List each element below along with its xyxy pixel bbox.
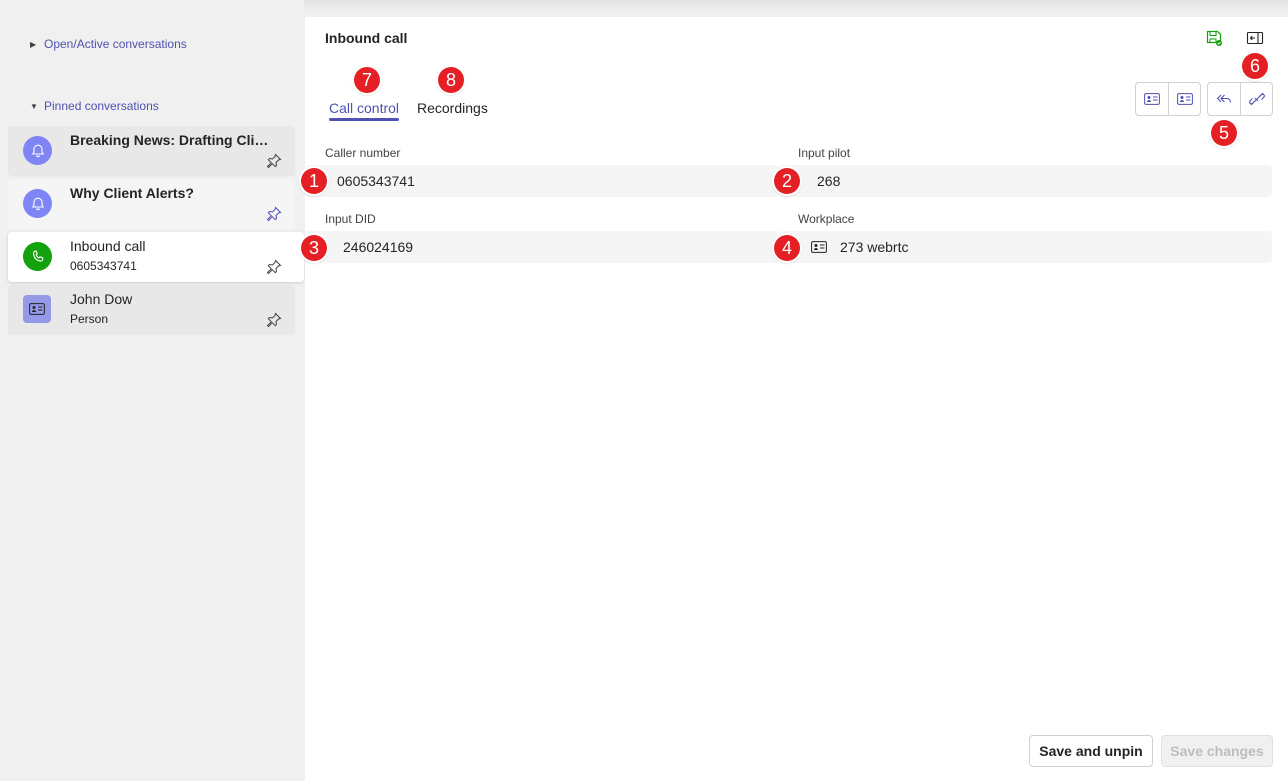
input-did-label: Input DID: [325, 212, 376, 226]
contact-card-button-1[interactable]: [1136, 83, 1168, 115]
conversation-item-john-dow[interactable]: John Dow Person: [8, 285, 295, 335]
annotation-badge-7: 7: [354, 67, 380, 93]
workplace-field: 273 webrtc: [779, 231, 1272, 263]
contact-card-icon: [1144, 93, 1160, 105]
pin-icon[interactable]: [265, 152, 283, 170]
contact-card-button-2[interactable]: [1168, 83, 1200, 115]
workplace-label: Workplace: [798, 212, 855, 226]
input-did-value: 246024169: [343, 239, 414, 255]
pin-icon[interactable]: [265, 311, 283, 329]
pin-icon[interactable]: [265, 205, 283, 223]
caret-right-icon: ▶: [30, 39, 37, 49]
annotation-badge-6: 6: [1242, 53, 1268, 79]
conversation-item-breaking-news[interactable]: Breaking News: Drafting Clien...: [8, 126, 295, 176]
contact-card-icon: [811, 241, 827, 253]
contact-card-button-group: [1135, 82, 1201, 116]
conversation-title: Inbound call: [70, 238, 146, 254]
open-conversations-label: Open/Active conversations: [44, 37, 187, 51]
caret-down-icon: ▼: [30, 101, 38, 111]
save-and-unpin-button[interactable]: Save and unpin: [1029, 735, 1153, 767]
tab-active-indicator: [329, 118, 399, 121]
input-pilot-label: Input pilot: [798, 146, 851, 160]
save-changes-button[interactable]: Save changes: [1161, 735, 1273, 767]
page-title: Inbound call: [325, 30, 408, 46]
contact-card-icon: [23, 295, 51, 323]
annotation-badge-2: 2: [774, 168, 800, 194]
phone-icon: [23, 242, 52, 271]
input-pilot-field: 268: [779, 165, 1272, 197]
conversation-subtitle: Person: [70, 312, 109, 326]
caller-number-field: 0605343741: [305, 165, 779, 197]
annotation-badge-3: 3: [301, 235, 327, 261]
conversation-item-client-alerts[interactable]: Why Client Alerts?: [8, 179, 295, 229]
bell-icon: [23, 189, 52, 218]
save-icon[interactable]: [1203, 27, 1225, 49]
pin-icon[interactable]: [265, 258, 283, 276]
tab-call-control[interactable]: Call control: [329, 100, 399, 116]
open-conversations-header[interactable]: ▶ Open/Active conversations: [30, 37, 187, 51]
sidebar: ▶ Open/Active conversations ▼ Pinned con…: [0, 0, 304, 781]
transfer-back-button[interactable]: [1208, 83, 1240, 115]
unlink-icon: [1248, 92, 1265, 106]
annotation-badge-8: 8: [438, 67, 464, 93]
bell-icon: [23, 136, 52, 165]
tab-recordings[interactable]: Recordings: [417, 100, 488, 116]
contact-card-icon: [1176, 93, 1193, 105]
side-panel-icon[interactable]: [1244, 27, 1266, 49]
conversation-title: Why Client Alerts?: [70, 185, 194, 201]
conversation-title: John Dow: [70, 291, 133, 307]
annotation-badge-5: 5: [1211, 120, 1237, 146]
conversation-item-inbound-call[interactable]: Inbound call 0605343741: [8, 232, 304, 282]
workplace-value: 273 webrtc: [840, 239, 909, 255]
conversation-title: Breaking News: Drafting Clien...: [70, 132, 275, 148]
pinned-conversations-header[interactable]: ▼ Pinned conversations: [30, 99, 159, 113]
caller-number-value: 0605343741: [337, 173, 415, 189]
caller-number-label: Caller number: [325, 146, 401, 160]
pinned-conversations-label: Pinned conversations: [44, 99, 159, 113]
input-did-field: 246024169: [305, 231, 779, 263]
input-pilot-value: 268: [817, 173, 841, 189]
annotation-badge-1: 1: [301, 168, 327, 194]
call-action-button-group: [1207, 82, 1273, 116]
reply-all-icon: [1216, 94, 1232, 103]
disconnect-button[interactable]: [1240, 83, 1272, 115]
main-panel: Inbound call Call control Recordings Cal…: [305, 17, 1288, 781]
annotation-badge-4: 4: [774, 235, 800, 261]
conversation-subtitle: 0605343741: [70, 259, 137, 273]
